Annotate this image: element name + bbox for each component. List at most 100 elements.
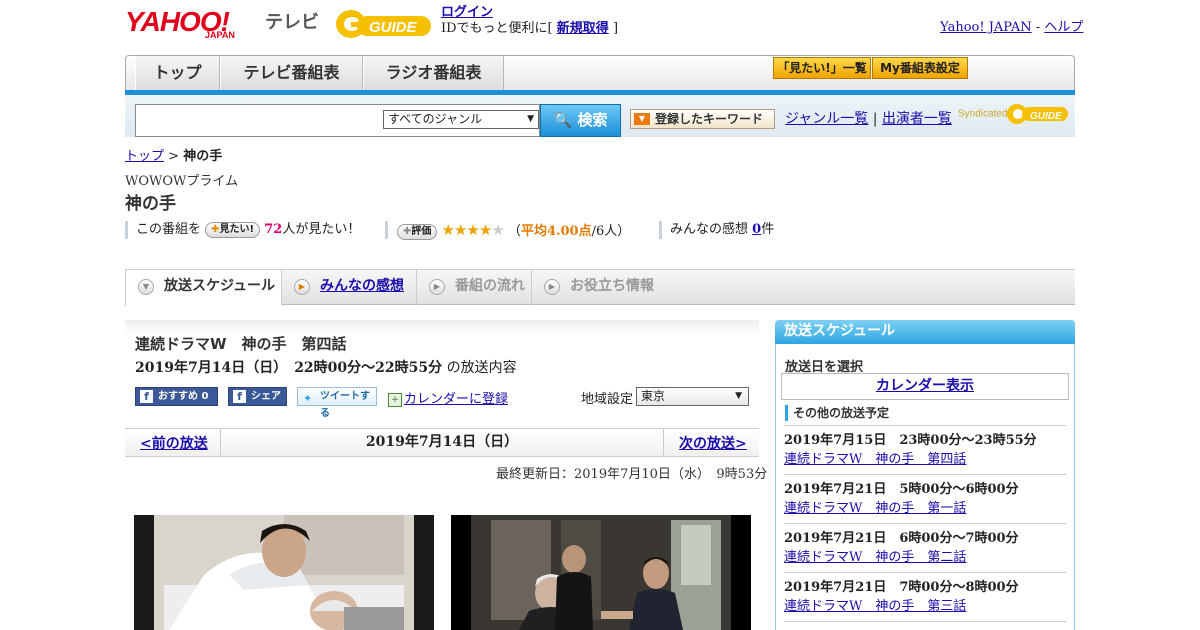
schedule-title-link[interactable]: 連続ドラマW 神の手 第一話 (784, 501, 966, 516)
nav-tab-tv-listings[interactable]: テレビ番組表 (220, 56, 363, 91)
facebook-share-label: シェア (251, 391, 281, 402)
search-button[interactable]: 🔍 検索 (540, 104, 621, 137)
tv-logo-text[interactable]: テレビ (265, 8, 319, 34)
genre-list-link[interactable]: ジャンル一覧 (785, 111, 868, 127)
breadcrumb: トップ > 神の手 (125, 145, 222, 164)
want-list-button[interactable]: 「見たい!」一覧 (773, 57, 871, 79)
search-button-label: 検索 (577, 111, 608, 129)
region-label: 地域設定 (581, 392, 634, 407)
region-select[interactable]: 東京 ▼ (636, 387, 749, 406)
schedule-title-link[interactable]: 連続ドラマW 神の手 第三話 (784, 599, 966, 614)
rating-count: /6人） (591, 224, 631, 239)
tab-label: 放送スケジュール (164, 278, 276, 294)
chevron-down-icon: ▼ (735, 391, 742, 401)
g-guide-small-logo: GUIDE (1007, 104, 1069, 124)
sidebar-title: 放送スケジュール (775, 320, 1075, 344)
program-tabs: ▼ 放送スケジュール ▶ みんなの感想 ▶ 番組の流れ ▶ お役立ち情報 (125, 270, 1075, 306)
calendar-view-link[interactable]: カレンダー表示 (876, 378, 974, 394)
header-link-separator: - (1035, 20, 1041, 35)
schedule-title-link[interactable]: 連続ドラマW 神の手 第二話 (784, 550, 966, 565)
comments-count-link[interactable]: 0 (752, 222, 761, 237)
list-item-partial (784, 621, 1066, 630)
login-box: ログイン IDでもっと便利に[ 新規取得 ] (441, 5, 618, 37)
tab-broadcast-schedule[interactable]: ▼ 放送スケジュール (125, 270, 282, 306)
channel-name: WOWOWプライム (125, 174, 239, 189)
stars-filled: ★★★★ (441, 221, 493, 239)
tweet-button[interactable]: ✦ ツイートする (297, 387, 377, 419)
calendar-register-link[interactable]: カレンダーに登録 (404, 392, 508, 407)
facebook-icon: f (140, 390, 153, 403)
header-links: Yahoo! JAPAN - ヘルプ (940, 16, 1083, 35)
region-select-value: 東京 (641, 389, 666, 403)
breadcrumb-top-link[interactable]: トップ (125, 149, 164, 164)
want-prefix: この番組を (136, 222, 202, 237)
episode-datetime-value: 2019年7月14日（日） 22時00分～22時55分 (135, 360, 443, 376)
rate-button[interactable]: ✚評価 (397, 223, 438, 240)
genre-select-value: すべてのジャンル (388, 112, 483, 126)
search-icon: 🔍 (553, 111, 573, 129)
login-prompt: IDでもっと便利に[ (441, 21, 553, 36)
syndicated-label: Syndicated (958, 108, 1008, 120)
comments-label: みんなの感想 (670, 222, 749, 237)
want-suffix: 人が見たい！ (282, 222, 361, 237)
performer-list-link[interactable]: 出演者一覧 (882, 111, 952, 127)
syndicated-g-guide-badge: Syndicated GUIDE (958, 103, 1070, 125)
chevron-down-icon: ▼ (138, 279, 154, 295)
facebook-icon: f (233, 390, 246, 403)
episode-datetime-suffix: の放送内容 (446, 360, 517, 376)
play-icon: ▶ (294, 279, 310, 295)
twitter-bird-icon: ✦ (303, 392, 313, 405)
program-title: 神の手 (125, 194, 176, 214)
signup-link[interactable]: 新規取得 (557, 21, 609, 36)
want-stat: この番組を ✚見たい! 72人が見たい！ (136, 221, 360, 239)
play-icon: ▶ (544, 279, 560, 295)
last-updated: 最終更新日：2019年7月10日（水） 9時53分 (496, 467, 768, 482)
want-count: 72 (264, 222, 283, 237)
g-guide-logo-text: GUIDE (369, 19, 418, 36)
yahoo-japan-link[interactable]: Yahoo! JAPAN (940, 20, 1032, 35)
search-links: ジャンル一覧 | 出演者一覧 (785, 108, 952, 128)
tab-label: 番組の流れ (455, 278, 525, 294)
help-link[interactable]: ヘルプ (1044, 20, 1083, 35)
chevron-down-icon: ▼ (527, 114, 534, 124)
tab-label: お役立ち情報 (570, 278, 654, 294)
next-broadcast-link[interactable]: 次の放送> (679, 433, 747, 453)
schedule-title-link[interactable]: 連続ドラマW 神の手 第四話 (784, 452, 966, 467)
login-close: ] (612, 21, 619, 36)
yahoo-japan-logo-text: JAPAN (205, 30, 235, 40)
want-to-watch-button[interactable]: ✚見たい! (205, 221, 261, 238)
episode-photo-2 (451, 515, 751, 630)
login-link[interactable]: ログイン (441, 5, 493, 20)
genre-select[interactable]: すべてのジャンル ▼ (383, 110, 539, 129)
calendar-view-button[interactable]: カレンダー表示 (781, 373, 1069, 400)
g-guide-logo[interactable]: GUIDE (335, 8, 433, 40)
sidebar-other-broadcasts: その他の放送予定 (785, 405, 889, 421)
want-button-label: 見たい! (219, 223, 255, 235)
breadcrumb-separator: > (168, 149, 180, 164)
episode-datetime: 2019年7月14日（日） 22時00分～22時55分 の放送内容 (135, 357, 517, 377)
list-item: 2019年7月15日 23時00分～23時55分 連続ドラマW 神の手 第四話 (784, 425, 1066, 469)
episode-photo-1-image (134, 515, 434, 630)
nav-tab-radio-listings[interactable]: ラジオ番組表 (363, 56, 504, 91)
facebook-recommend-button[interactable]: f おすすめ 0 (135, 387, 218, 406)
facebook-share-button[interactable]: f シェア (228, 387, 287, 406)
star-rating: ★★★★★ (441, 221, 505, 239)
stat-divider (659, 221, 662, 239)
rate-button-label: 評価 (411, 225, 432, 237)
calendar-plus-icon: + (388, 392, 402, 407)
facebook-recommend-label: おすすめ 0 (158, 391, 209, 402)
tab-useful-info: ▶ お役立ち情報 (532, 270, 667, 305)
episode-photo-2-image (471, 515, 731, 630)
rating-stat: ✚評価 ★★★★★ （平均4.00点/6人） (397, 221, 630, 241)
comments-unit: 件 (761, 222, 775, 237)
comments-stat: みんなの感想 0件 (670, 221, 774, 239)
tab-program-flow: ▶ 番組の流れ (417, 270, 532, 305)
previous-broadcast-link[interactable]: <前の放送 (140, 433, 208, 453)
main-nav: トップ テレビ番組表 ラジオ番組表 「見たい!」一覧 My番組表設定 (125, 55, 1075, 91)
my-listings-button[interactable]: My番組表設定 (872, 57, 968, 79)
episode-photo-1 (134, 515, 434, 630)
tab-everyone-comments[interactable]: ▶ みんなの感想 (282, 270, 417, 305)
dropdown-triangle-icon: ▼ (634, 113, 650, 125)
registered-keywords-button[interactable]: ▼ 登録したキーワード (630, 109, 775, 129)
nav-tab-top[interactable]: トップ (135, 56, 220, 91)
